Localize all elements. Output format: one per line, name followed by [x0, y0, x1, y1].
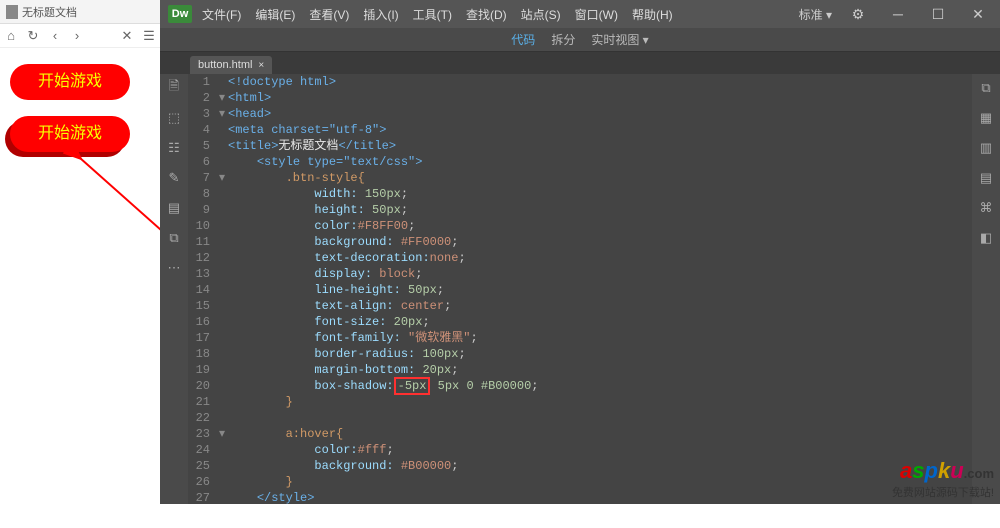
panel-icon-1[interactable]: ⧉: [978, 80, 994, 96]
panel-icon-4[interactable]: ▤: [978, 170, 994, 186]
minimize-icon[interactable]: ─: [884, 4, 912, 24]
close-icon[interactable]: ✕: [120, 29, 134, 43]
snippets-icon[interactable]: ⧉: [166, 230, 182, 246]
menu-help[interactable]: 帮助(H): [632, 6, 673, 23]
close-window-icon[interactable]: ✕: [964, 4, 992, 24]
menu-view[interactable]: 查看(V): [309, 6, 349, 23]
menu-find[interactable]: 查找(D): [466, 6, 507, 23]
menu-window[interactable]: 窗口(W): [575, 6, 618, 23]
assets-icon[interactable]: ▤: [166, 200, 182, 216]
reload-icon[interactable]: ↻: [26, 29, 40, 43]
gear-icon[interactable]: ⚙: [844, 4, 872, 24]
workspace-selector[interactable]: 标准 ▾: [799, 6, 832, 23]
maximize-icon[interactable]: ☐: [924, 4, 952, 24]
view-split[interactable]: 拆分: [551, 31, 575, 48]
document-icon: [6, 5, 18, 19]
view-code[interactable]: 代码: [511, 31, 535, 48]
tab-label: button.html: [198, 59, 252, 71]
view-live[interactable]: 实时视图 ▾: [591, 31, 648, 48]
panel-icon-2[interactable]: ▦: [978, 110, 994, 126]
tab-button-html[interactable]: button.html ×: [190, 56, 272, 74]
preview-title: 无标题文档: [22, 4, 77, 20]
menu-insert[interactable]: 插入(I): [363, 6, 398, 23]
css-icon[interactable]: ⬚: [166, 110, 182, 126]
forward-icon[interactable]: ›: [70, 29, 84, 43]
menu-icon[interactable]: ☰: [142, 29, 156, 43]
menu-site[interactable]: 站点(S): [521, 6, 561, 23]
tab-close-icon[interactable]: ×: [258, 60, 264, 71]
menu-edit[interactable]: 编辑(E): [255, 6, 295, 23]
left-toolbar: 🗎 ⬚ ☷ ✎ ▤ ⧉ ⋯: [160, 74, 188, 504]
dreamweaver-panel: Dw 文件(F) 编辑(E) 查看(V) 插入(I) 工具(T) 查找(D) 站…: [160, 0, 1000, 504]
back-icon[interactable]: ‹: [48, 29, 62, 43]
brush-icon[interactable]: ✎: [166, 170, 182, 186]
menu-tools[interactable]: 工具(T): [413, 6, 452, 23]
document-tabs: button.html ×: [160, 52, 1000, 74]
dom-icon[interactable]: ☷: [166, 140, 182, 156]
panel-icon-3[interactable]: ▥: [978, 140, 994, 156]
more-icon[interactable]: ⋯: [166, 260, 182, 276]
preview-button-2[interactable]: 开始游戏: [10, 116, 130, 152]
preview-toolbar: ⌂ ↻ ‹ › ✕ ☰: [0, 24, 160, 48]
view-switcher: 代码 拆分 实时视图 ▾: [160, 28, 1000, 52]
right-toolbar: ⧉ ▦ ▥ ▤ ⌘ ◧: [972, 74, 1000, 504]
menubar: Dw 文件(F) 编辑(E) 查看(V) 插入(I) 工具(T) 查找(D) 站…: [160, 0, 1000, 28]
panel-icon-5[interactable]: ⌘: [978, 200, 994, 216]
dw-logo: Dw: [168, 5, 192, 23]
preview-content: 开始游戏 开始游戏: [0, 48, 160, 504]
browser-preview-panel: 无标题文档 ⌂ ↻ ‹ › ✕ ☰ 开始游戏 开始游戏: [0, 0, 160, 504]
code-editor[interactable]: 1<!doctype html> 2▾<html> 3▾<head> 4<met…: [188, 74, 972, 504]
preview-titlebar: 无标题文档: [0, 0, 160, 24]
panel-icon-6[interactable]: ◧: [978, 230, 994, 246]
file-icon[interactable]: 🗎: [166, 80, 182, 96]
home-icon[interactable]: ⌂: [4, 29, 18, 43]
menu-file[interactable]: 文件(F): [202, 6, 241, 23]
preview-button-1[interactable]: 开始游戏: [10, 64, 130, 100]
